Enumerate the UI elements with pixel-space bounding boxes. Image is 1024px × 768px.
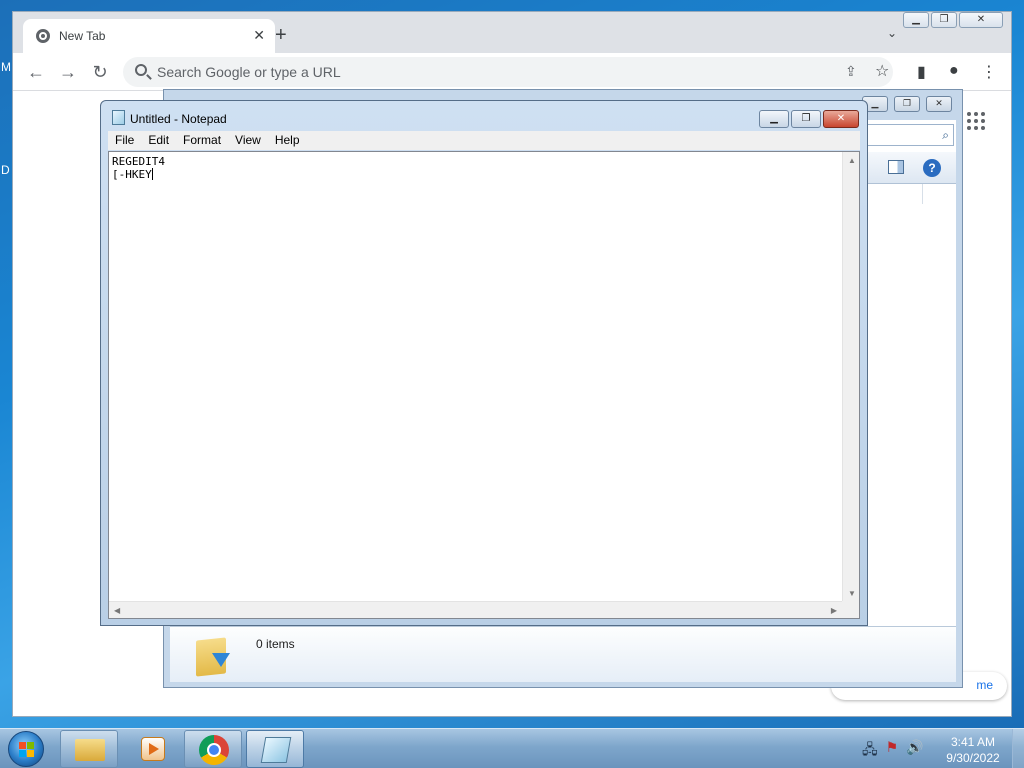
notepad-window-controls: ▁ ❐ ✕ [759,110,859,128]
chrome-window-controls: ▁ ❐ ✕ [903,12,1003,28]
show-desktop-button[interactable] [1012,729,1024,768]
customize-chrome-label: me [976,678,993,692]
clock-time: 3:41 AM [950,735,996,749]
explorer-close-button[interactable]: ✕ [926,96,952,112]
notepad-icon [260,737,292,763]
bookmark-star-icon[interactable]: ☆ [875,61,889,81]
column-divider [922,184,923,204]
clock-date: 9/30/2022 [946,751,1000,765]
chrome-toolbar: ← → ↻ Search Google or type a URL ⇪ ☆ ▮ … [13,53,1011,91]
side-panel-icon[interactable]: ▮ [917,62,926,82]
windows-logo-icon [19,742,34,757]
taskbar-media-player-button[interactable] [122,730,180,768]
google-apps-icon[interactable] [967,112,985,130]
new-tab-button[interactable]: + [275,25,287,45]
chevron-down-icon[interactable]: ⌄ [887,26,903,42]
search-icon [135,64,147,76]
help-icon[interactable]: ? [923,159,941,177]
tab-new-tab[interactable]: New Tab ✕ [23,19,275,53]
reload-icon[interactable]: ↻ [89,61,111,83]
text-caret [151,168,153,180]
close-button[interactable]: ✕ [823,110,859,128]
action-center-flag-icon[interactable]: ⚑ [886,739,899,763]
address-bar[interactable]: Search Google or type a URL ⇪ ☆ [123,57,893,87]
minimize-button[interactable]: ▁ [903,12,929,28]
details-pane: 0 items [170,626,956,682]
maximize-button[interactable]: ❐ [791,110,821,128]
resize-grip[interactable] [842,601,859,618]
back-arrow-icon[interactable]: ← [25,61,47,83]
notepad-window: Untitled - Notepad ▁ ❐ ✕ File Edit Forma… [100,100,868,626]
vertical-scrollbar[interactable]: ▲ ▼ [842,152,859,602]
start-button[interactable] [8,731,44,767]
menu-help[interactable]: Help [268,131,307,150]
network-icon[interactable]: 🖧 [862,739,878,763]
explorer-window-controls: ▁ ❐ ✕ [862,96,952,112]
restore-button[interactable]: ❐ [931,12,957,28]
media-player-icon [141,737,165,761]
explorer-search-box[interactable]: ⌕ [864,124,954,146]
menu-bar: File Edit Format View Help [108,131,860,150]
profile-avatar-icon[interactable]: ● [949,62,959,80]
taskbar-notepad-button[interactable] [246,730,304,768]
share-icon[interactable]: ⇪ [845,63,857,80]
tab-close-icon[interactable]: ✕ [253,27,265,44]
chrome-favicon-icon [36,29,50,43]
notepad-icon [112,110,125,125]
chrome-icon [199,735,229,765]
menu-view[interactable]: View [228,131,268,150]
search-icon: ⌕ [942,128,949,142]
desktop-icon-label-fragment: D [1,163,10,177]
taskbar-chrome-button[interactable] [184,730,242,768]
minimize-button[interactable]: ▁ [759,110,789,128]
explorer-restore-button[interactable]: ❐ [894,96,920,112]
clock[interactable]: 3:41 AM 9/30/2022 [938,734,1008,766]
window-title: Untitled - Notepad [130,112,227,126]
taskbar-explorer-button[interactable] [60,730,118,768]
scroll-up-arrow-icon[interactable]: ▲ [848,156,856,165]
scroll-down-arrow-icon[interactable]: ▼ [848,589,856,598]
menu-file[interactable]: File [108,131,141,150]
menu-format[interactable]: Format [176,131,228,150]
item-count: 0 items [256,637,295,651]
scroll-left-arrow-icon[interactable]: ◀ [114,606,120,615]
text-editor-area[interactable]: REGEDIT4 [-HKEY ▲ ▼ ◀ ▶ [108,151,860,619]
preview-pane-icon[interactable] [888,160,904,174]
desktop-icon-label-fragment: M [1,60,11,74]
volume-icon[interactable]: 🔊 [906,739,923,763]
menu-edit[interactable]: Edit [141,131,176,150]
chrome-menu-icon[interactable]: ⋮ [981,62,997,82]
horizontal-scrollbar[interactable]: ◀ ▶ [109,601,842,618]
editor-text: REGEDIT4 [-HKEY [112,155,165,181]
scroll-right-arrow-icon[interactable]: ▶ [831,606,837,615]
close-button[interactable]: ✕ [959,12,1003,28]
system-tray: 🖧 ⚑ 🔊 [862,739,924,763]
address-bar-placeholder: Search Google or type a URL [157,64,341,80]
taskbar: 🖧 ⚑ 🔊 3:41 AM 9/30/2022 [0,728,1024,768]
tab-title: New Tab [59,29,106,43]
downloads-folder-icon [196,635,230,677]
chrome-title-bar: New Tab ✕ + ⌄ ▁ ❐ ✕ [13,12,1011,53]
forward-arrow-icon[interactable]: → [57,61,79,83]
folder-icon [75,739,105,761]
